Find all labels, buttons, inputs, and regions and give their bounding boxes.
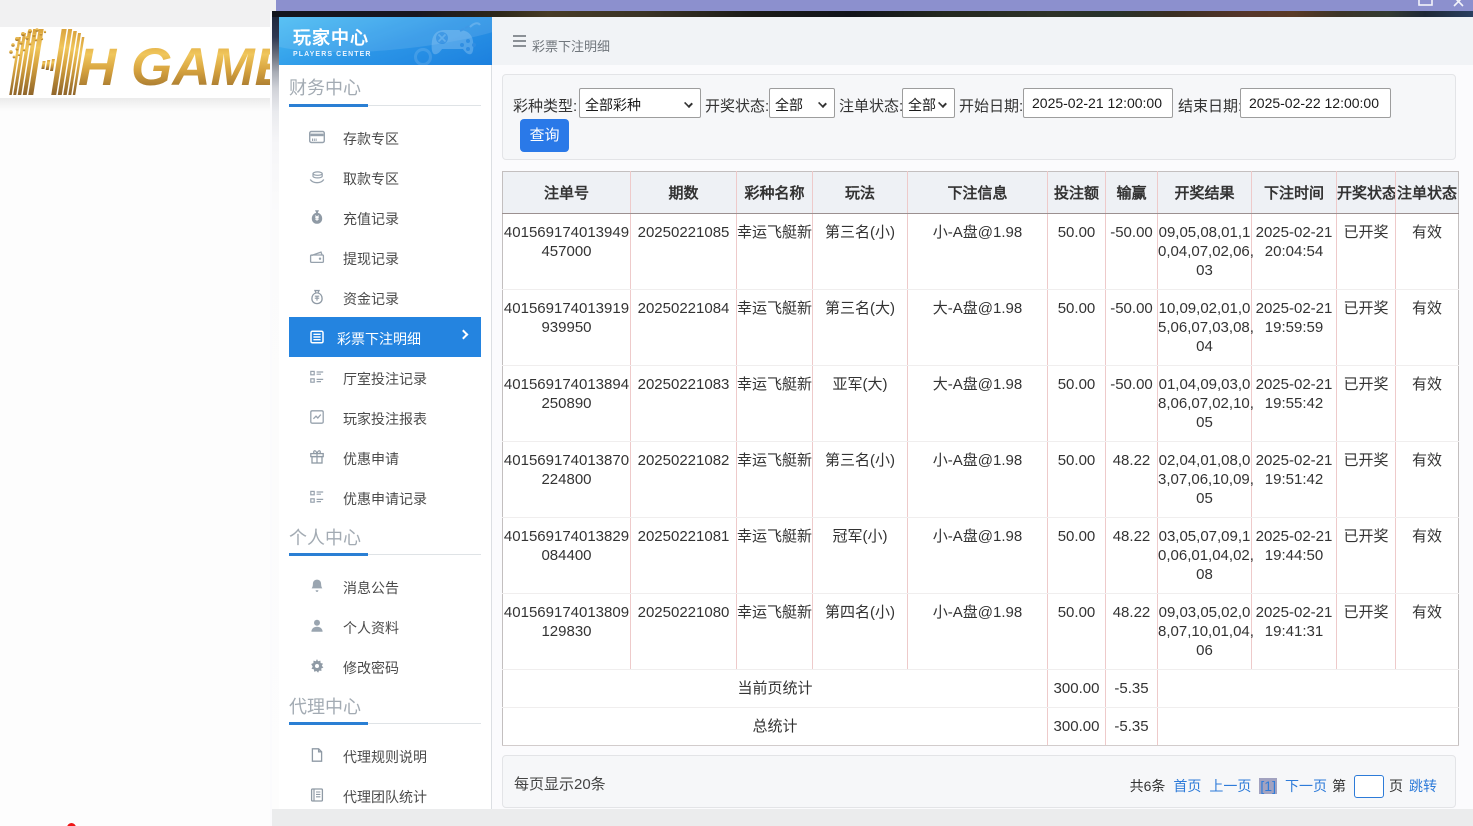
svg-text:H GAME: H GAME [78,38,270,97]
